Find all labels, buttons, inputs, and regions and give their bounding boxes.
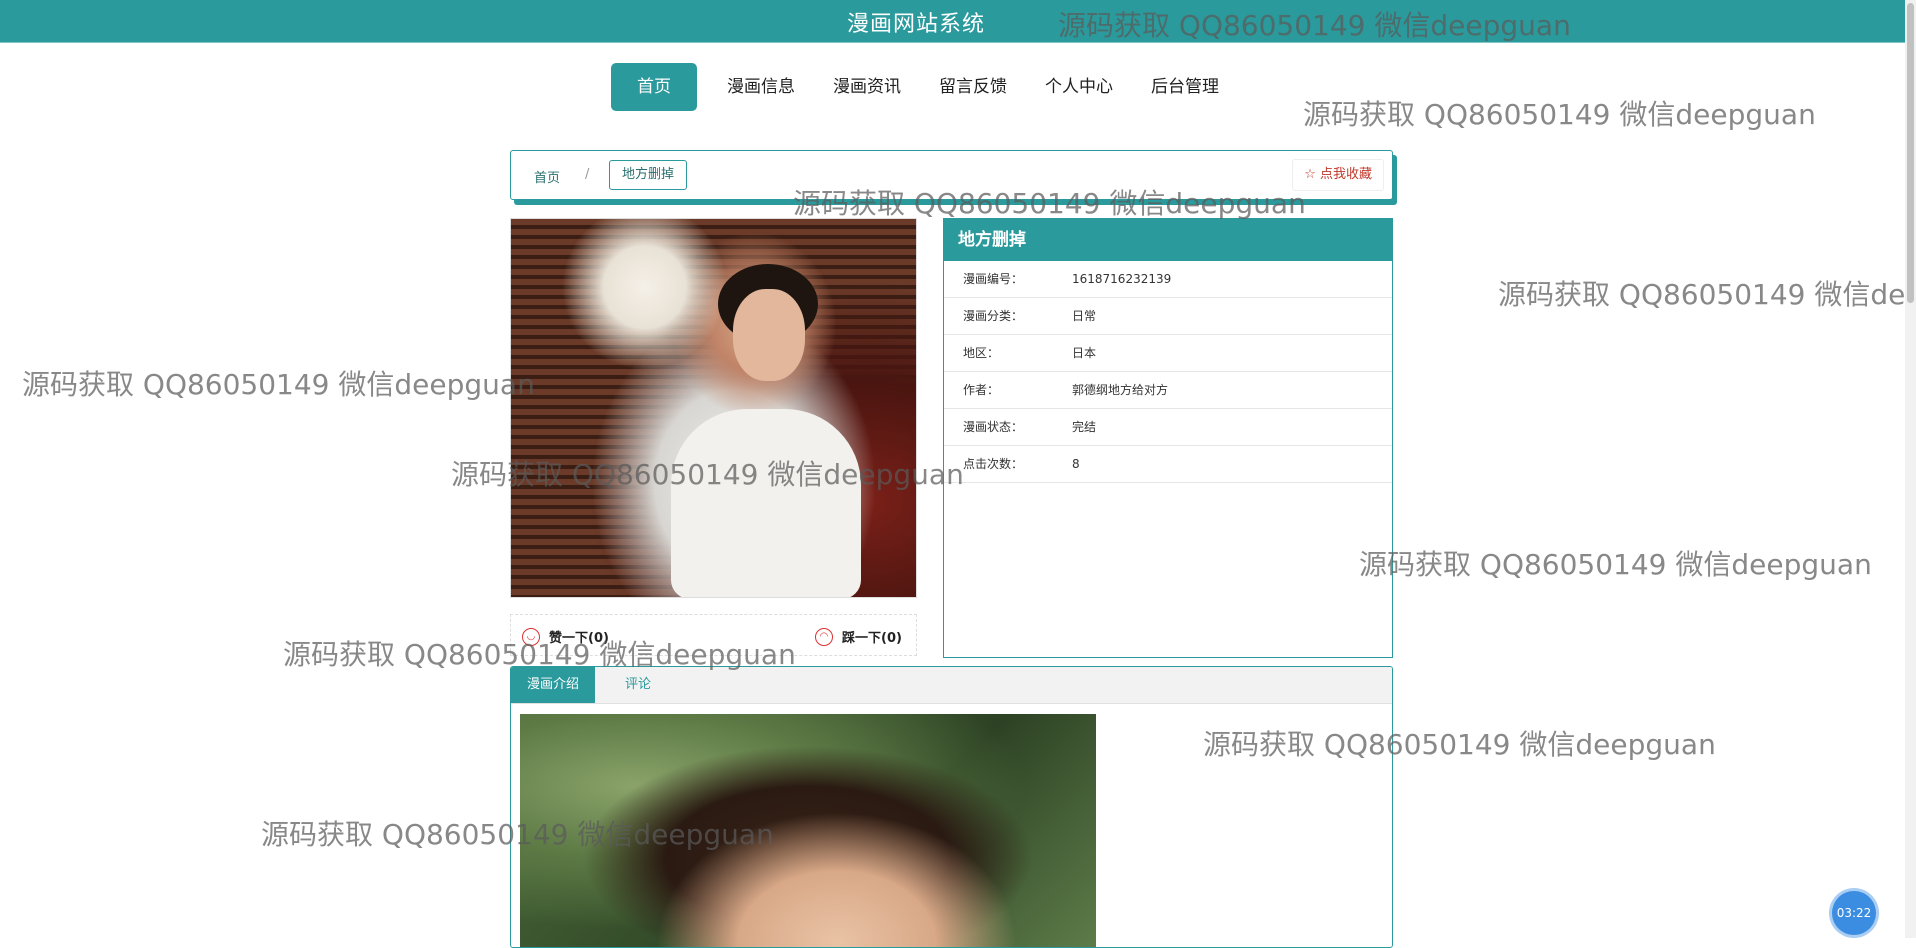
info-row-author: 作者： 郭德纲地方给对方 <box>944 372 1392 409</box>
info-value: 完结 <box>1072 420 1097 434</box>
info-value: 郭德纲地方给对方 <box>1072 383 1169 397</box>
top-bar: 漫画网站系统 <box>0 0 1916 43</box>
site-title: 漫画网站系统 <box>847 12 986 37</box>
nav-admin[interactable]: 后台管理 <box>1133 63 1237 111</box>
like-label: 赞一下(0) <box>549 631 609 646</box>
breadcrumb-separator: / <box>585 167 590 182</box>
intro-image <box>520 714 1096 947</box>
nav-comic-info[interactable]: 漫画信息 <box>709 63 813 111</box>
info-value: 日常 <box>1072 309 1097 323</box>
info-row-status: 漫画状态： 完结 <box>944 409 1392 446</box>
info-key: 点击次数： <box>963 457 1024 471</box>
dislike-label: 踩一下(0) <box>842 631 902 646</box>
info-value: 日本 <box>1072 346 1097 360</box>
main-nav: 首页 漫画信息 漫画资讯 留言反馈 个人中心 后台管理 <box>611 62 1239 112</box>
info-row-region: 地区： 日本 <box>944 335 1392 372</box>
watermark-text: 源码获取 QQ86050149 微信deepguan <box>22 368 535 401</box>
info-row-category: 漫画分类： 日常 <box>944 298 1392 335</box>
watermark-text: 源码获取 QQ86050149 微信deepguan <box>1303 98 1816 131</box>
comic-title: 地方删掉 <box>944 219 1392 261</box>
info-value: 1618716232139 <box>1072 272 1172 286</box>
scrollbar-thumb[interactable] <box>1907 3 1914 303</box>
breadcrumb-home-link[interactable]: 首页 <box>534 167 560 186</box>
dislike-button[interactable]: ◠ 踩一下(0) <box>815 627 902 646</box>
tab-comic-intro[interactable]: 漫画介绍 <box>511 667 596 703</box>
info-row-id: 漫画编号： 1618716232139 <box>944 261 1392 298</box>
breadcrumb-current: 地方删掉 <box>609 160 688 190</box>
info-key: 地区： <box>963 346 1000 360</box>
favorite-button[interactable]: ☆ 点我收藏 <box>1292 159 1384 191</box>
info-key: 漫画分类： <box>963 309 1024 323</box>
breadcrumb: 首页 / 地方删掉 ☆ 点我收藏 <box>510 150 1393 200</box>
info-key: 作者： <box>963 383 1000 397</box>
info-key: 漫画编号： <box>963 272 1024 286</box>
cover-photo-face <box>733 289 805 381</box>
like-button[interactable]: ◡ 赞一下(0) <box>522 627 609 646</box>
watermark-text: 源码获取 QQ86050149 微信deepguan <box>1498 278 1916 311</box>
info-value: 8 <box>1072 457 1080 471</box>
vote-bar: ◡ 赞一下(0) ◠ 踩一下(0) <box>510 614 917 656</box>
comic-cover-image <box>510 218 917 598</box>
nav-home[interactable]: 首页 <box>611 63 697 111</box>
nav-feedback[interactable]: 留言反馈 <box>921 63 1025 111</box>
nav-personal-center[interactable]: 个人中心 <box>1027 63 1131 111</box>
tab-header: 漫画介绍 评论 <box>511 667 1392 704</box>
page-scrollbar[interactable] <box>1905 0 1916 938</box>
info-key: 漫画状态： <box>963 420 1024 434</box>
recording-timer: 03:22 <box>1832 891 1876 935</box>
tab-comments[interactable]: 评论 <box>609 667 667 703</box>
info-row-clicks: 点击次数： 8 <box>944 446 1392 483</box>
smile-icon: ◡ <box>522 627 540 646</box>
cover-photo-dress <box>671 409 861 597</box>
watermark-text: 源码获取 QQ86050149 微信deepguan <box>1359 548 1872 581</box>
nav-comic-news[interactable]: 漫画资讯 <box>815 63 919 111</box>
detail-tabs: 漫画介绍 评论 <box>510 666 1393 948</box>
comic-info-panel: 地方删掉 漫画编号： 1618716232139 漫画分类： 日常 地区： 日本… <box>943 218 1393 658</box>
frown-icon: ◠ <box>815 627 833 646</box>
